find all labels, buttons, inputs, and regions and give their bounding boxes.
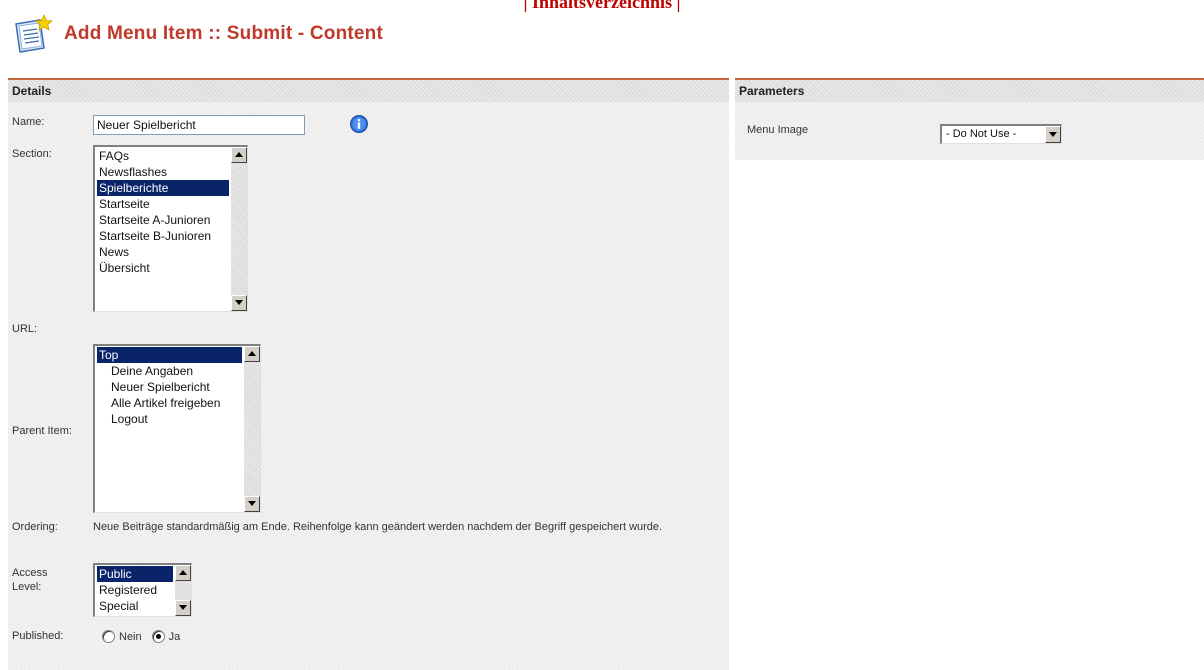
list-option[interactable]: Übersicht	[97, 260, 229, 276]
dropdown-arrow-icon[interactable]	[1045, 126, 1061, 143]
parameters-heading: Parameters	[735, 80, 1204, 102]
published-yes-radio[interactable]	[151, 630, 165, 643]
list-option[interactable]: Top	[97, 347, 242, 363]
details-heading: Details	[8, 80, 729, 102]
scroll-up-arrow-icon[interactable]	[244, 346, 260, 362]
published-radio-group: Nein Ja	[102, 630, 180, 643]
list-option[interactable]: Spielberichte	[97, 180, 229, 196]
list-option[interactable]: Deine Angaben	[97, 363, 242, 379]
scroll-down-arrow-icon[interactable]	[231, 295, 247, 311]
published-label: Published:	[12, 630, 64, 642]
access-level-label: Access Level:	[12, 567, 48, 593]
list-option[interactable]: Logout	[97, 411, 242, 427]
list-option[interactable]: Newsflashes	[97, 164, 229, 180]
access-level-options: Public Registered Special	[97, 566, 173, 614]
table-of-contents-link[interactable]: | Inhaltsverzeichnis |	[0, 0, 1204, 13]
url-label: URL:	[12, 323, 38, 335]
published-no-label: Nein	[119, 630, 142, 643]
list-option[interactable]: FAQs	[97, 148, 229, 164]
list-option[interactable]: Startseite B-Junioren	[97, 228, 229, 244]
menu-image-value: - Do Not Use -	[946, 128, 1017, 140]
menu-image-label: Menu Image	[747, 124, 809, 136]
access-level-listbox[interactable]: Public Registered Special	[93, 563, 192, 617]
info-icon[interactable]	[350, 115, 368, 133]
ordering-label: Ordering:	[12, 521, 58, 533]
name-label: Name:	[12, 116, 45, 128]
list-option[interactable]: Neuer Spielbericht	[97, 379, 242, 395]
section-scrollbar[interactable]	[231, 147, 247, 311]
scroll-down-arrow-icon[interactable]	[244, 496, 260, 512]
parent-item-options: Top Deine Angaben Neuer Spielbericht Alle A…	[97, 347, 242, 427]
published-yes-label: Ja	[168, 630, 181, 643]
parent-item-listbox[interactable]: Top Deine Angaben Neuer Spielbericht Alle A…	[93, 344, 261, 513]
menu-image-select[interactable]: - Do Not Use -	[940, 124, 1062, 144]
document-star-icon	[10, 14, 54, 54]
list-option[interactable]: Alle Artikel freigeben	[97, 395, 242, 411]
ordering-text: Neue Beiträge standardmäßig am Ende. Rei…	[93, 521, 663, 533]
list-option[interactable]: Special	[97, 598, 173, 614]
section-label: Section:	[12, 148, 52, 160]
scroll-up-arrow-icon[interactable]	[175, 565, 191, 581]
page-title: Add Menu Item :: Submit - Content	[64, 23, 384, 44]
published-no-radio[interactable]	[102, 630, 115, 643]
list-option[interactable]: Startseite A-Junioren	[97, 212, 229, 228]
section-listbox[interactable]: FAQs Newsflashes Spielberichte Startseite St…	[93, 145, 248, 312]
scroll-up-arrow-icon[interactable]	[231, 147, 247, 163]
page-header: Add Menu Item :: Submit - Content	[10, 14, 383, 54]
section-options: FAQs Newsflashes Spielberichte Startseite St…	[97, 148, 229, 276]
parameters-panel: Parameters	[735, 78, 1204, 160]
parent-item-label: Parent Item:	[12, 425, 72, 437]
list-option[interactable]: News	[97, 244, 229, 260]
parent-item-scrollbar[interactable]	[244, 346, 260, 512]
list-option[interactable]: Startseite	[97, 196, 229, 212]
name-input[interactable]	[93, 115, 305, 135]
list-option[interactable]: Registered	[97, 582, 173, 598]
access-level-scrollbar[interactable]	[175, 565, 191, 616]
scroll-down-arrow-icon[interactable]	[175, 600, 191, 616]
list-option[interactable]: Public	[97, 566, 173, 582]
